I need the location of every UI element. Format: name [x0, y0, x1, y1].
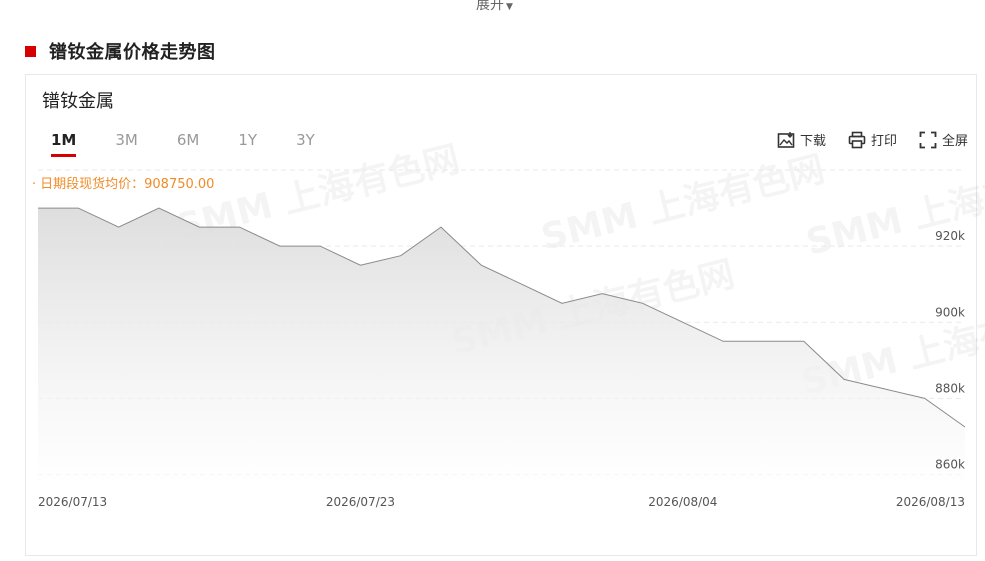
data-point — [641, 302, 643, 304]
data-point — [762, 340, 764, 342]
data-point — [682, 321, 684, 323]
data-point — [158, 207, 160, 209]
x-tick-label: 2026/07/13 — [38, 495, 107, 509]
data-point — [440, 226, 442, 228]
data-point — [198, 226, 200, 228]
watermark-text: SMM 上海有色网 — [537, 149, 828, 259]
data-point — [561, 302, 563, 304]
x-tick-label: 2026/08/04 — [648, 495, 717, 509]
data-point — [400, 254, 402, 256]
data-point — [480, 264, 482, 266]
x-axis-labels: 2026/07/13 2026/07/23 2026/08/04 2026/08/13 — [38, 495, 965, 509]
y-tick-label: 900k — [935, 305, 965, 319]
y-tick-label: 920k — [935, 229, 965, 243]
x-tick-label: 2026/08/13 — [896, 495, 965, 509]
price-chart: SMM 上海有色网SMM 上海有色网SMM 上海有色网SMM 上海有色网SMM … — [37, 139, 985, 509]
data-point — [238, 226, 240, 228]
y-tick-label: 880k — [935, 381, 965, 395]
data-point — [279, 245, 281, 247]
data-point — [601, 293, 603, 295]
data-point — [883, 388, 885, 390]
data-point — [117, 226, 119, 228]
x-tick-label: 2026/07/23 — [326, 495, 395, 509]
data-point — [319, 245, 321, 247]
data-point — [803, 340, 805, 342]
data-point — [923, 397, 925, 399]
y-tick-label: 860k — [935, 458, 965, 472]
data-point — [964, 426, 966, 428]
data-point — [843, 378, 845, 380]
data-point — [359, 264, 361, 266]
data-point — [520, 283, 522, 285]
data-point — [722, 340, 724, 342]
data-point — [77, 207, 79, 209]
data-point — [37, 207, 39, 209]
